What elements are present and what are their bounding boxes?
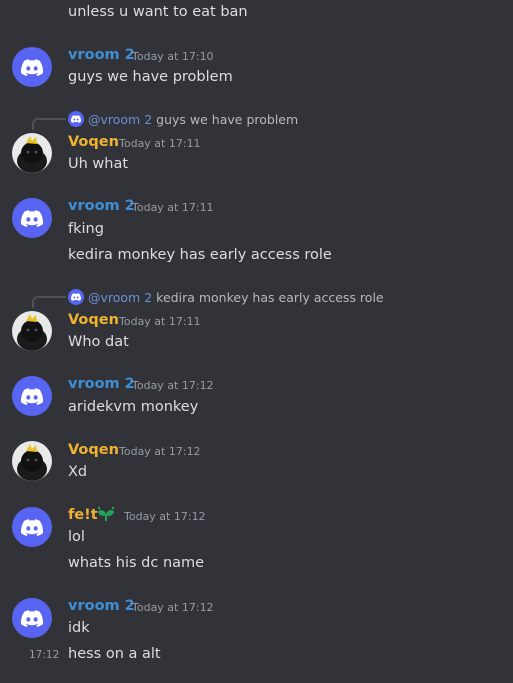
felt-avatar[interactable] <box>12 507 52 547</box>
discord-logo-icon <box>68 289 84 305</box>
message-timestamp: Today at 17:12 <box>132 601 214 614</box>
reply-connector <box>32 118 66 130</box>
voqen-avatar-icon <box>12 311 52 351</box>
discord-logo-icon <box>21 210 43 227</box>
voqen-avatar[interactable] <box>12 133 52 173</box>
reply-author: @vroom 2 <box>88 111 153 127</box>
author-name[interactable]: vroom 2 <box>68 47 135 63</box>
reply-connector <box>32 296 66 308</box>
message-text: unless u want to eat ban <box>68 4 248 20</box>
hover-timestamp: 17:12 <box>29 649 60 661</box>
sprout-icon[interactable] <box>96 505 116 523</box>
reply-text: kedira monkey has early access role <box>156 289 384 305</box>
discord-logo-icon <box>21 610 43 627</box>
message-text: aridekvm monkey <box>68 399 199 415</box>
discord-logo-icon <box>68 111 84 127</box>
author-name[interactable]: Voqen <box>68 134 119 150</box>
author-name[interactable]: Voqen <box>68 442 119 458</box>
message-text: lol <box>68 529 85 545</box>
message-timestamp: Today at 17:11 <box>132 201 214 214</box>
message-text: fking <box>68 221 104 237</box>
author-name[interactable]: vroom 2 <box>68 198 135 214</box>
message-text: idk <box>68 620 90 636</box>
author-name[interactable]: Voqen <box>68 312 119 328</box>
discord-logo-icon <box>21 388 43 405</box>
message-timestamp: Today at 17:12 <box>132 379 214 392</box>
message-text: hess on a alt <box>68 646 161 662</box>
reply-preview[interactable]: @vroom 2 kedira monkey has early access … <box>68 289 384 305</box>
message-text: whats his dc name <box>68 555 205 571</box>
message-text: guys we have problem <box>68 69 233 85</box>
reply-author: @vroom 2 <box>88 289 153 305</box>
message-timestamp: Today at 17:10 <box>132 50 214 63</box>
message-timestamp: Today at 17:12 <box>119 445 201 458</box>
message-timestamp: Today at 17:11 <box>119 315 201 328</box>
author-name[interactable]: vroom 2 <box>68 598 135 614</box>
message-timestamp: Today at 17:12 <box>124 510 206 523</box>
discord-logo-icon <box>21 519 43 536</box>
reply-preview[interactable]: @vroom 2 guys we have problem <box>68 111 298 127</box>
voqen-avatar-icon <box>12 133 52 173</box>
message-text: kedira monkey has early access role <box>68 247 332 263</box>
voqen-avatar[interactable] <box>12 441 52 481</box>
vroom-avatar[interactable] <box>12 47 52 87</box>
author-name[interactable]: vroom 2 <box>68 376 135 392</box>
author-name[interactable]: fe!t <box>68 507 98 523</box>
reply-text: guys we have problem <box>156 111 299 127</box>
voqen-avatar-icon <box>12 441 52 481</box>
vroom-avatar[interactable] <box>12 598 52 638</box>
voqen-avatar[interactable] <box>12 311 52 351</box>
message-text: Who dat <box>68 334 129 350</box>
vroom-avatar[interactable] <box>12 376 52 416</box>
vroom-avatar[interactable] <box>12 198 52 238</box>
message-timestamp: Today at 17:11 <box>119 137 201 150</box>
message-text: Uh what <box>68 156 129 172</box>
message-text: Xd <box>68 464 88 480</box>
discord-logo-icon <box>21 59 43 76</box>
